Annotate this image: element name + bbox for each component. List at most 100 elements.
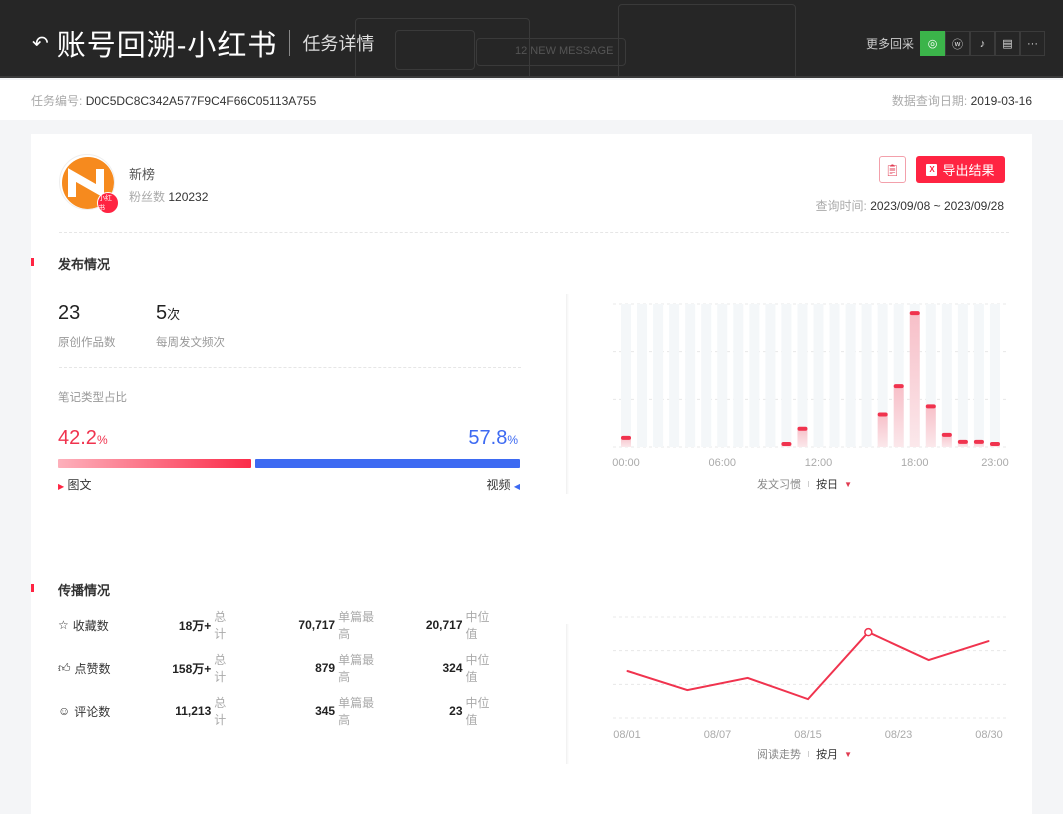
total-label: 总计 xyxy=(214,694,236,728)
original-count-label: 原创作品数 xyxy=(58,334,116,350)
star-icon: ☆ xyxy=(58,618,69,632)
max-label: 单篇最高 xyxy=(338,694,381,728)
more-collect-label: 更多回采 xyxy=(866,35,914,52)
query-time-range: 2023/09/08 ~ 2023/09/28 xyxy=(870,199,1004,213)
task-id: D0C5DC8C342A577F9C4F66C05113A755 xyxy=(86,94,317,108)
bar-background xyxy=(765,304,775,447)
total-label: 总计 xyxy=(214,651,236,685)
comment-icon: ☺ xyxy=(58,704,70,718)
bar-background xyxy=(701,304,711,447)
median-label: 中位值 xyxy=(466,651,498,685)
metric-max: 879 xyxy=(236,661,335,675)
bar-cap xyxy=(781,442,791,446)
spread-row: ☺评论数 11,213总计 345单篇最高 23中位值 xyxy=(58,701,498,721)
watermark: 12 NEW MESSAGE xyxy=(476,38,626,66)
spread-row: ☆收藏数 18万+总计 70,717单篇最高 20,717中位值 xyxy=(58,615,498,635)
max-label: 单篇最高 xyxy=(338,608,381,642)
clipboard-button[interactable]: 📋︎ xyxy=(879,156,906,183)
douyin-icon[interactable]: ♪ xyxy=(970,31,995,56)
spread-row: 👍︎点赞数 158万+总计 879单篇最高 324中位值 xyxy=(58,658,498,678)
image-text-marker-icon: ▶ xyxy=(58,482,64,491)
page-title: 账号回溯-小红书 xyxy=(57,22,278,64)
video-ratio-bar xyxy=(255,459,520,468)
dropdown-icon[interactable]: ▼ xyxy=(844,480,852,489)
bar xyxy=(926,405,936,447)
bar-cap xyxy=(974,440,984,444)
query-time-label: 查询时间: xyxy=(816,199,867,213)
original-count: 23 xyxy=(58,302,80,325)
wechat-icon[interactable]: ◎ xyxy=(920,31,945,56)
video-marker-icon: ◀ xyxy=(514,482,520,491)
x-tick-label: 12:00 xyxy=(805,457,833,469)
metric-total: 18万+ xyxy=(130,617,211,634)
bar-background xyxy=(830,304,840,447)
query-date-label: 数据查询日期: xyxy=(892,94,967,108)
x-tick-label: 08/30 xyxy=(975,729,1003,741)
mode-select[interactable]: 按日 xyxy=(816,476,838,492)
video-percent: 57.8% xyxy=(468,427,518,450)
page-subtitle: 任务详情 xyxy=(302,30,374,56)
x-tick-label: 08/01 xyxy=(613,729,641,741)
mode-select[interactable]: 按月 xyxy=(816,746,838,762)
query-date: 2019-03-16 xyxy=(971,94,1032,108)
dropdown-icon[interactable]: ▼ xyxy=(844,750,852,759)
total-label: 总计 xyxy=(214,608,236,642)
reading-trend-chart: 08/0108/0708/1508/2308/30 xyxy=(601,604,1011,744)
more-icon[interactable]: ··· xyxy=(1020,31,1045,56)
x-tick-label: 08/23 xyxy=(885,729,913,741)
export-button[interactable]: X导出结果 xyxy=(916,156,1005,183)
metric-median: 324 xyxy=(381,661,462,675)
bar-background xyxy=(733,304,743,447)
bar-background xyxy=(669,304,679,447)
bar-background xyxy=(797,304,807,447)
section-title-publish: 发布情况 xyxy=(58,254,110,273)
weibo-icon[interactable]: ⓦ xyxy=(945,31,970,56)
bar-cap xyxy=(894,384,904,388)
bar-background xyxy=(749,304,759,447)
series-line xyxy=(627,632,989,699)
bar-cap xyxy=(621,436,631,440)
metric-median: 20,717 xyxy=(381,618,462,632)
metric-label: 评论数 xyxy=(74,703,110,720)
bar-background xyxy=(814,304,824,447)
bar-background xyxy=(958,304,968,447)
bar xyxy=(910,312,920,447)
bar-background xyxy=(862,304,872,447)
platform-badge: 小红书 xyxy=(97,192,119,214)
bar-cap xyxy=(926,404,936,408)
detail-card: 小红书 新榜 粉丝数 120232 📋︎ X导出结果 查询时间: 2023/09… xyxy=(31,134,1032,814)
metric-label: 点赞数 xyxy=(75,660,111,677)
x-tick-label: 00:00 xyxy=(612,457,640,469)
bar-background xyxy=(974,304,984,447)
metric-max: 70,717 xyxy=(236,618,335,632)
max-label: 单篇最高 xyxy=(338,651,381,685)
metric-median: 23 xyxy=(381,704,462,718)
bar-cap xyxy=(797,427,807,431)
thumbs-up-icon: 👍︎ xyxy=(58,661,71,676)
section-title-spread: 传播情况 xyxy=(58,580,110,599)
image-text-percent: 42.2% xyxy=(58,427,108,450)
bar xyxy=(878,414,888,447)
bar-cap xyxy=(990,442,1000,446)
bar-cap xyxy=(910,311,920,315)
fans-count: 120232 xyxy=(168,190,208,204)
bar-background xyxy=(846,304,856,447)
task-info-bar: 任务编号: D0C5DC8C342A577F9C4F66C05113A755 数… xyxy=(0,80,1063,120)
reading-trend-caption: 阅读走势ı按月▼ xyxy=(757,746,852,762)
bar-background xyxy=(685,304,695,447)
x-tick-label: 08/15 xyxy=(794,729,822,741)
back-icon[interactable]: ↶ xyxy=(32,31,49,56)
chart-title: 发文习惯 xyxy=(757,476,801,492)
bar-background xyxy=(637,304,647,447)
bar-background xyxy=(621,304,631,447)
note-type-title: 笔记类型占比 xyxy=(58,389,127,405)
bar-background xyxy=(990,304,1000,447)
bar-cap xyxy=(878,413,888,417)
account-name: 新榜 xyxy=(129,164,155,183)
x-tick-label: 18:00 xyxy=(901,457,929,469)
metric-label: 收藏数 xyxy=(73,617,109,634)
toutiao-icon[interactable]: ▤ xyxy=(995,31,1020,56)
x-tick-label: 23:00 xyxy=(981,457,1009,469)
bar-cap xyxy=(942,433,952,437)
clipboard-icon: 📋︎ xyxy=(885,163,900,177)
